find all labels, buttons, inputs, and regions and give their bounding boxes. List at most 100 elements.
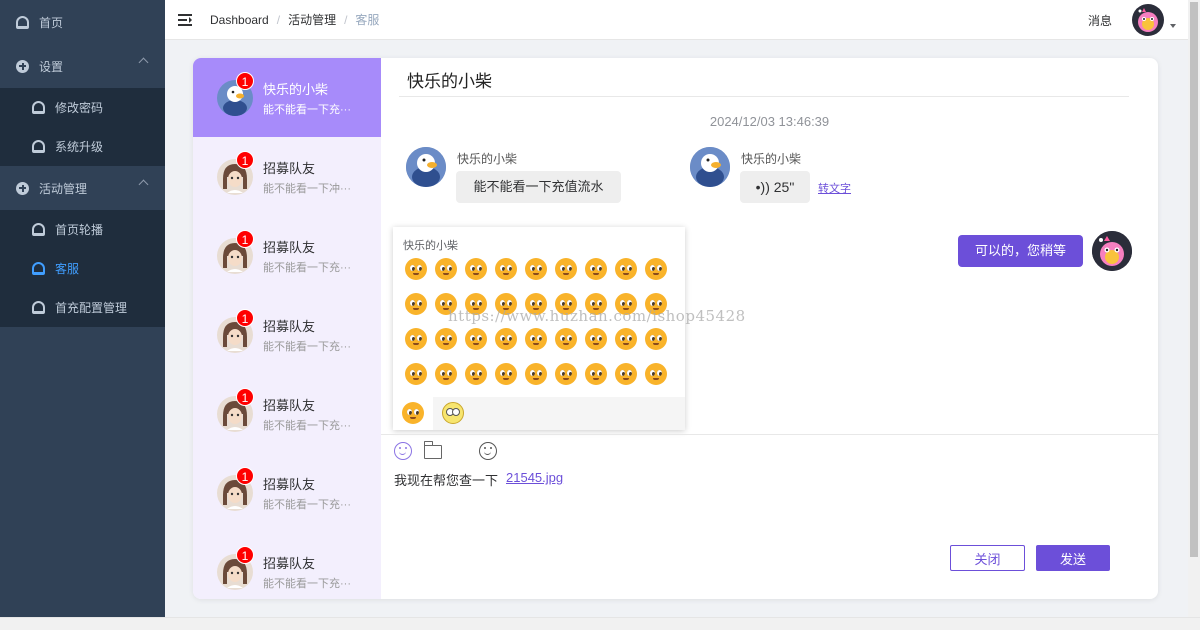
pleading-face-icon[interactable] — [615, 363, 637, 385]
pleading-face-icon[interactable] — [435, 328, 457, 350]
pleading-face-icon[interactable] — [465, 328, 487, 350]
pleading-face-icon[interactable] — [645, 363, 667, 385]
message-input-text[interactable]: 我现在帮您查一下 — [394, 470, 498, 489]
contact-item[interactable]: 1 招募队友 能不能看一下冲··· — [193, 137, 381, 216]
pleading-face-icon[interactable] — [645, 328, 667, 350]
pleading-face-icon[interactable] — [495, 328, 517, 350]
menu-label: 首充配置管理 — [55, 301, 128, 315]
menu-label: 系统升级 — [55, 140, 104, 154]
breadcrumb-dashboard[interactable]: Dashboard — [210, 13, 269, 27]
girl-avatar: 1 — [217, 545, 254, 590]
pleading-face-icon[interactable] — [525, 363, 547, 385]
folder-icon[interactable] — [423, 441, 442, 459]
contact-item[interactable]: 1 招募队友 能不能看一下充··· — [193, 374, 381, 453]
pleading-face-icon[interactable] — [495, 363, 517, 385]
contact-preview: 能不能看一下充··· — [263, 103, 351, 116]
menu-item-first-recharge-config[interactable]: 首充配置管理 — [0, 288, 165, 327]
emoji-panel-title: 快乐的小柴 — [403, 240, 458, 252]
menu-label: 首页 — [39, 15, 64, 30]
emoji-toggle-icon[interactable] — [394, 442, 412, 460]
voice-message[interactable]: •)) 25" — [740, 171, 810, 203]
contact-item[interactable]: 1 招募队友 能不能看一下充··· — [193, 295, 381, 374]
pleading-face-icon[interactable] — [585, 363, 607, 385]
top-header: Dashboard / 活动管理 / 客服 消息 — [165, 0, 1188, 40]
plus-circle-icon — [16, 59, 29, 73]
convert-to-text-link[interactable]: 转文字 — [818, 180, 851, 196]
pleading-face-icon[interactable] — [555, 328, 577, 350]
menu-item-customer-service[interactable]: 客服 — [0, 249, 165, 288]
emoji-tabs — [393, 397, 685, 430]
menu-label: 设置 — [39, 59, 64, 74]
contact-text: 招募队友 能不能看一下充··· — [263, 395, 351, 433]
vertical-scrollbar[interactable] — [1188, 0, 1200, 617]
pleading-face-icon[interactable] — [585, 328, 607, 350]
contact-preview: 能不能看一下充··· — [263, 577, 351, 590]
emoji-tab-pleading[interactable] — [393, 397, 433, 430]
contact-preview: 能不能看一下充··· — [263, 340, 351, 353]
pleading-face-icon[interactable] — [525, 328, 547, 350]
pleading-face-icon[interactable] — [645, 258, 667, 280]
contact-preview: 能不能看一下冲··· — [263, 182, 351, 195]
breadcrumb-activity[interactable]: 活动管理 — [288, 11, 336, 28]
menu-item-system-upgrade[interactable]: 系统升级 — [0, 127, 165, 166]
menu-fold-icon[interactable] — [178, 13, 192, 26]
scrollbar-thumb[interactable] — [1190, 2, 1198, 557]
duck-avatar — [690, 147, 730, 187]
messages-link[interactable]: 消息 — [1088, 12, 1112, 29]
girl-avatar: 1 — [217, 466, 254, 511]
message-sender: 快乐的小柴 — [457, 152, 518, 166]
caret-down-icon[interactable] — [1170, 24, 1176, 28]
emoji-tab-eye-roll[interactable] — [433, 397, 473, 430]
unread-badge: 1 — [236, 71, 254, 90]
pleading-face-icon[interactable] — [435, 258, 457, 280]
pleading-face-icon[interactable] — [555, 258, 577, 280]
menu-group-settings[interactable]: 设置 — [0, 44, 165, 88]
monster-avatar-icon — [1138, 8, 1158, 32]
menu-label: 首页轮播 — [55, 223, 104, 237]
plus-circle-icon — [16, 181, 29, 195]
duck-avatar: 1 — [217, 71, 254, 116]
user-avatar[interactable] — [1132, 4, 1164, 36]
smiley-icon[interactable] — [479, 442, 497, 460]
menu-item-home-carousel[interactable]: 首页轮播 — [0, 210, 165, 249]
pleading-face-icon[interactable] — [435, 363, 457, 385]
contact-item[interactable]: 1 快乐的小柴 能不能看一下充··· — [193, 58, 381, 137]
pleading-face-icon[interactable] — [585, 258, 607, 280]
dashboard-icon — [16, 15, 29, 29]
pleading-face-icon[interactable] — [465, 258, 487, 280]
menu-group-activity[interactable]: 活动管理 — [0, 166, 165, 210]
send-button[interactable]: 发送 — [1036, 545, 1110, 571]
monster-avatar-icon — [1092, 231, 1132, 271]
duck-avatar-icon — [690, 147, 730, 187]
pleading-face-icon[interactable] — [405, 363, 427, 385]
pleading-face-icon[interactable] — [615, 258, 637, 280]
contact-item[interactable]: 1 招募队友 能不能看一下充··· — [193, 216, 381, 295]
contact-text: 快乐的小柴 能不能看一下充··· — [263, 79, 351, 117]
contact-item[interactable]: 1 招募队友 能不能看一下充··· — [193, 532, 381, 599]
menu-item-home[interactable]: 首页 — [0, 0, 165, 44]
dashboard-icon — [32, 140, 45, 153]
girl-avatar: 1 — [217, 229, 254, 274]
emoji-panel: 快乐的小柴 — [393, 227, 685, 430]
pleading-face-icon[interactable] — [495, 258, 517, 280]
horizontal-scrollbar[interactable] — [0, 617, 1200, 630]
attached-file-link[interactable]: 21545.jpg — [506, 470, 563, 485]
duck-avatar-icon — [406, 147, 446, 187]
pleading-face-icon[interactable] — [555, 363, 577, 385]
contact-name: 招募队友 — [263, 239, 316, 255]
dashboard-icon — [32, 223, 45, 236]
unread-badge: 1 — [236, 150, 254, 169]
pleading-face-icon[interactable] — [525, 258, 547, 280]
chevron-up-icon — [138, 179, 149, 190]
close-button[interactable]: 关闭 — [950, 545, 1025, 571]
pleading-face-icon[interactable] — [465, 363, 487, 385]
menu-item-change-password[interactable]: 修改密码 — [0, 88, 165, 127]
unread-badge: 1 — [236, 466, 254, 485]
pleading-face-icon[interactable] — [405, 328, 427, 350]
pleading-face-icon[interactable] — [405, 293, 427, 315]
dashboard-icon — [32, 301, 45, 314]
pleading-face-icon[interactable] — [405, 258, 427, 280]
contact-item[interactable]: 1 招募队友 能不能看一下充··· — [193, 453, 381, 532]
self-message-bubble: 可以的，您稍等 — [958, 235, 1083, 267]
pleading-face-icon[interactable] — [615, 328, 637, 350]
